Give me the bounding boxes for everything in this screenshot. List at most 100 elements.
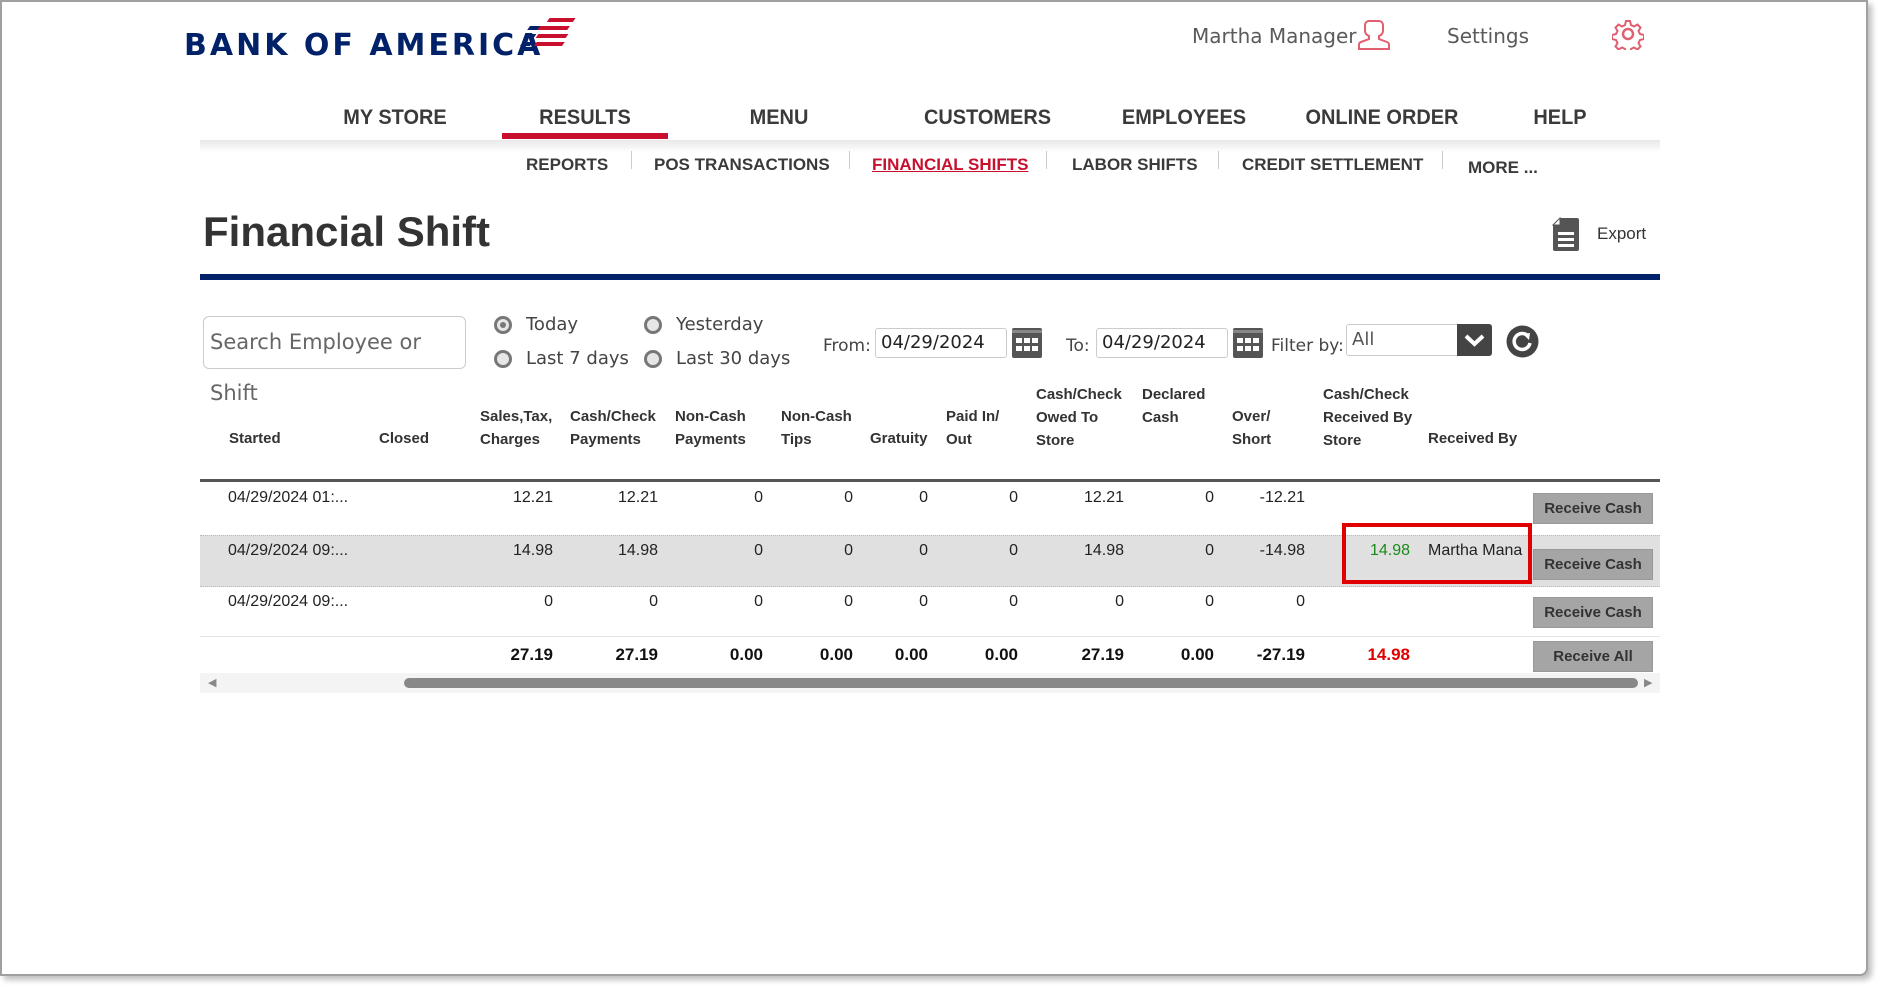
nav-customers[interactable]: CUSTOMERS (904, 106, 1070, 130)
cell-owed: 12.21 (1083, 489, 1124, 506)
subnav-separator (631, 151, 632, 169)
nav-menu[interactable]: MENU (727, 106, 832, 130)
subnav-more[interactable]: MORE ... (1468, 158, 1538, 178)
nav-results[interactable]: RESULTS (506, 106, 664, 130)
col-header-declared-cash[interactable]: Declared Cash (1142, 383, 1205, 429)
total-noncashpay: 0.00 (729, 645, 763, 664)
user-icon[interactable] (1357, 17, 1391, 51)
col-header-received-by[interactable]: Received By (1428, 427, 1517, 450)
cell-started: 04/29/2024 09:... (228, 542, 349, 559)
cell-overshort: -12.21 (1259, 489, 1305, 506)
cell-cashpay: 14.98 (617, 542, 658, 559)
subnav-credit-settlement[interactable]: CREDIT SETTLEMENT (1242, 155, 1423, 175)
col-header-gratuity[interactable]: Gratuity (870, 427, 928, 450)
radio-selected-icon (494, 315, 512, 334)
cell-declared: 0 (1205, 593, 1214, 610)
col-header-cash-payments[interactable]: Cash/Check Payments (570, 405, 656, 451)
col-header-over-short[interactable]: Over/Short (1232, 405, 1271, 451)
nav-employees[interactable]: EMPLOYEES (1099, 106, 1270, 130)
export-button[interactable]: Export (1597, 224, 1646, 244)
to-label: To: (1066, 336, 1090, 356)
totals-divider (200, 636, 1660, 637)
cell-gratuity: 0 (919, 542, 928, 559)
col-header-owed-to-store[interactable]: Cash/Check Owed To Store (1036, 383, 1122, 452)
calendar-icon[interactable] (1012, 328, 1042, 358)
subnav-separator (1442, 151, 1443, 169)
radio-last-7-days-label: Last 7 days (526, 348, 629, 369)
title-rule (200, 274, 1660, 280)
from-label: From: (823, 336, 871, 356)
total-cashpay: 27.19 (615, 645, 658, 664)
cell-started: 04/29/2024 09:... (228, 593, 349, 610)
total-noncashtips: 0.00 (819, 645, 853, 664)
radio-today[interactable]: Today (494, 314, 578, 335)
col-header-closed[interactable]: Closed (379, 427, 429, 450)
radio-last-7-days[interactable]: Last 7 days (494, 348, 629, 369)
table-row[interactable]: 04/29/2024 09:... 0 0 0 0 0 0 0 0 0 Receive Cash (200, 587, 1660, 639)
cell-noncashtips: 0 (844, 542, 853, 559)
radio-today-label: Today (526, 314, 579, 335)
cell-declared: 0 (1205, 489, 1214, 506)
cell-owed: 0 (1115, 593, 1124, 610)
gear-icon[interactable] (1612, 18, 1644, 50)
total-paidin: 0.00 (984, 645, 1018, 664)
cell-overshort: 0 (1296, 593, 1305, 610)
cell-gratuity: 0 (919, 489, 928, 506)
search-input[interactable]: Search Employee or Shift (203, 316, 466, 405)
cell-noncashtips: 0 (844, 489, 853, 506)
col-header-noncash-payments[interactable]: Non-Cash Payments (675, 405, 746, 451)
cell-cashpay: 12.21 (617, 489, 658, 506)
subnav-pos-transactions[interactable]: POS TRANSACTIONS (654, 155, 830, 175)
col-header-started[interactable]: Started (229, 427, 281, 450)
user-name[interactable]: Martha Manager (1192, 24, 1357, 48)
total-overshort: -27.19 (1256, 645, 1305, 664)
to-date-input[interactable]: 04/29/2024 (1096, 328, 1228, 358)
radio-yesterday-label: Yesterday (676, 314, 764, 335)
filter-by-label: Filter by: (1271, 336, 1344, 356)
subnav-financial-shifts[interactable]: FINANCIAL SHIFTS (872, 155, 1028, 175)
subnav-reports[interactable]: REPORTS (526, 155, 608, 175)
nav-divider (200, 140, 1660, 152)
page-title: Financial Shift (203, 208, 491, 255)
refresh-icon[interactable] (1506, 325, 1539, 358)
subnav-separator (1046, 151, 1047, 169)
radio-yesterday[interactable]: Yesterday (644, 314, 763, 335)
settings-link[interactable]: Settings (1447, 24, 1529, 48)
receive-cash-button[interactable]: Receive Cash (1533, 493, 1653, 524)
col-header-paid-in-out[interactable]: Paid In/Out (946, 405, 999, 451)
radio-unselected-icon (494, 349, 512, 368)
nav-my-store[interactable]: MY STORE (331, 106, 458, 130)
scrollbar-thumb[interactable] (404, 678, 1638, 688)
from-date-input[interactable]: 04/29/2024 (875, 328, 1007, 358)
cell-gratuity: 0 (919, 593, 928, 610)
receive-all-button[interactable]: Receive All (1533, 641, 1653, 672)
receive-cash-button[interactable]: Receive Cash (1533, 549, 1653, 580)
cell-cashpay: 0 (649, 593, 658, 610)
radio-unselected-icon (644, 349, 662, 368)
cell-noncashpay: 0 (754, 542, 763, 559)
cell-paidin: 0 (1009, 593, 1018, 610)
scroll-left-arrow-icon[interactable]: ◀ (208, 676, 216, 689)
filter-dropdown-button[interactable] (1457, 324, 1492, 356)
cell-started: 04/29/2024 01:... (228, 489, 349, 506)
col-header-received-by-store[interactable]: Cash/Check Received By Store (1323, 383, 1412, 452)
receive-cash-button[interactable]: Receive Cash (1533, 597, 1653, 628)
calendar-icon[interactable] (1233, 328, 1263, 358)
bank-logo-text[interactable]: BANK OF AMERICA (184, 28, 543, 63)
nav-help[interactable]: HELP (1513, 106, 1608, 130)
nav-online-order[interactable]: ONLINE ORDER (1287, 106, 1477, 130)
subnav-labor-shifts[interactable]: LABOR SHIFTS (1072, 155, 1198, 175)
table-header-divider (200, 479, 1660, 482)
cell-owed: 14.98 (1083, 542, 1124, 559)
radio-last-30-days[interactable]: Last 30 days (644, 348, 790, 369)
highlight-box (1342, 523, 1532, 584)
cell-paidin: 0 (1009, 489, 1018, 506)
cell-sales: 0 (544, 593, 553, 610)
main-nav: MY STORE RESULTS MENU CUSTOMERS EMPLOYEE… (200, 100, 1660, 142)
scroll-right-arrow-icon[interactable]: ▶ (1644, 676, 1652, 689)
cell-declared: 0 (1205, 542, 1214, 559)
col-header-sales[interactable]: Sales,Tax, Charges (480, 405, 552, 451)
col-header-noncash-tips[interactable]: Non-Cash Tips (781, 405, 852, 451)
export-document-icon[interactable] (1552, 217, 1580, 251)
subnav-separator (1218, 151, 1219, 169)
